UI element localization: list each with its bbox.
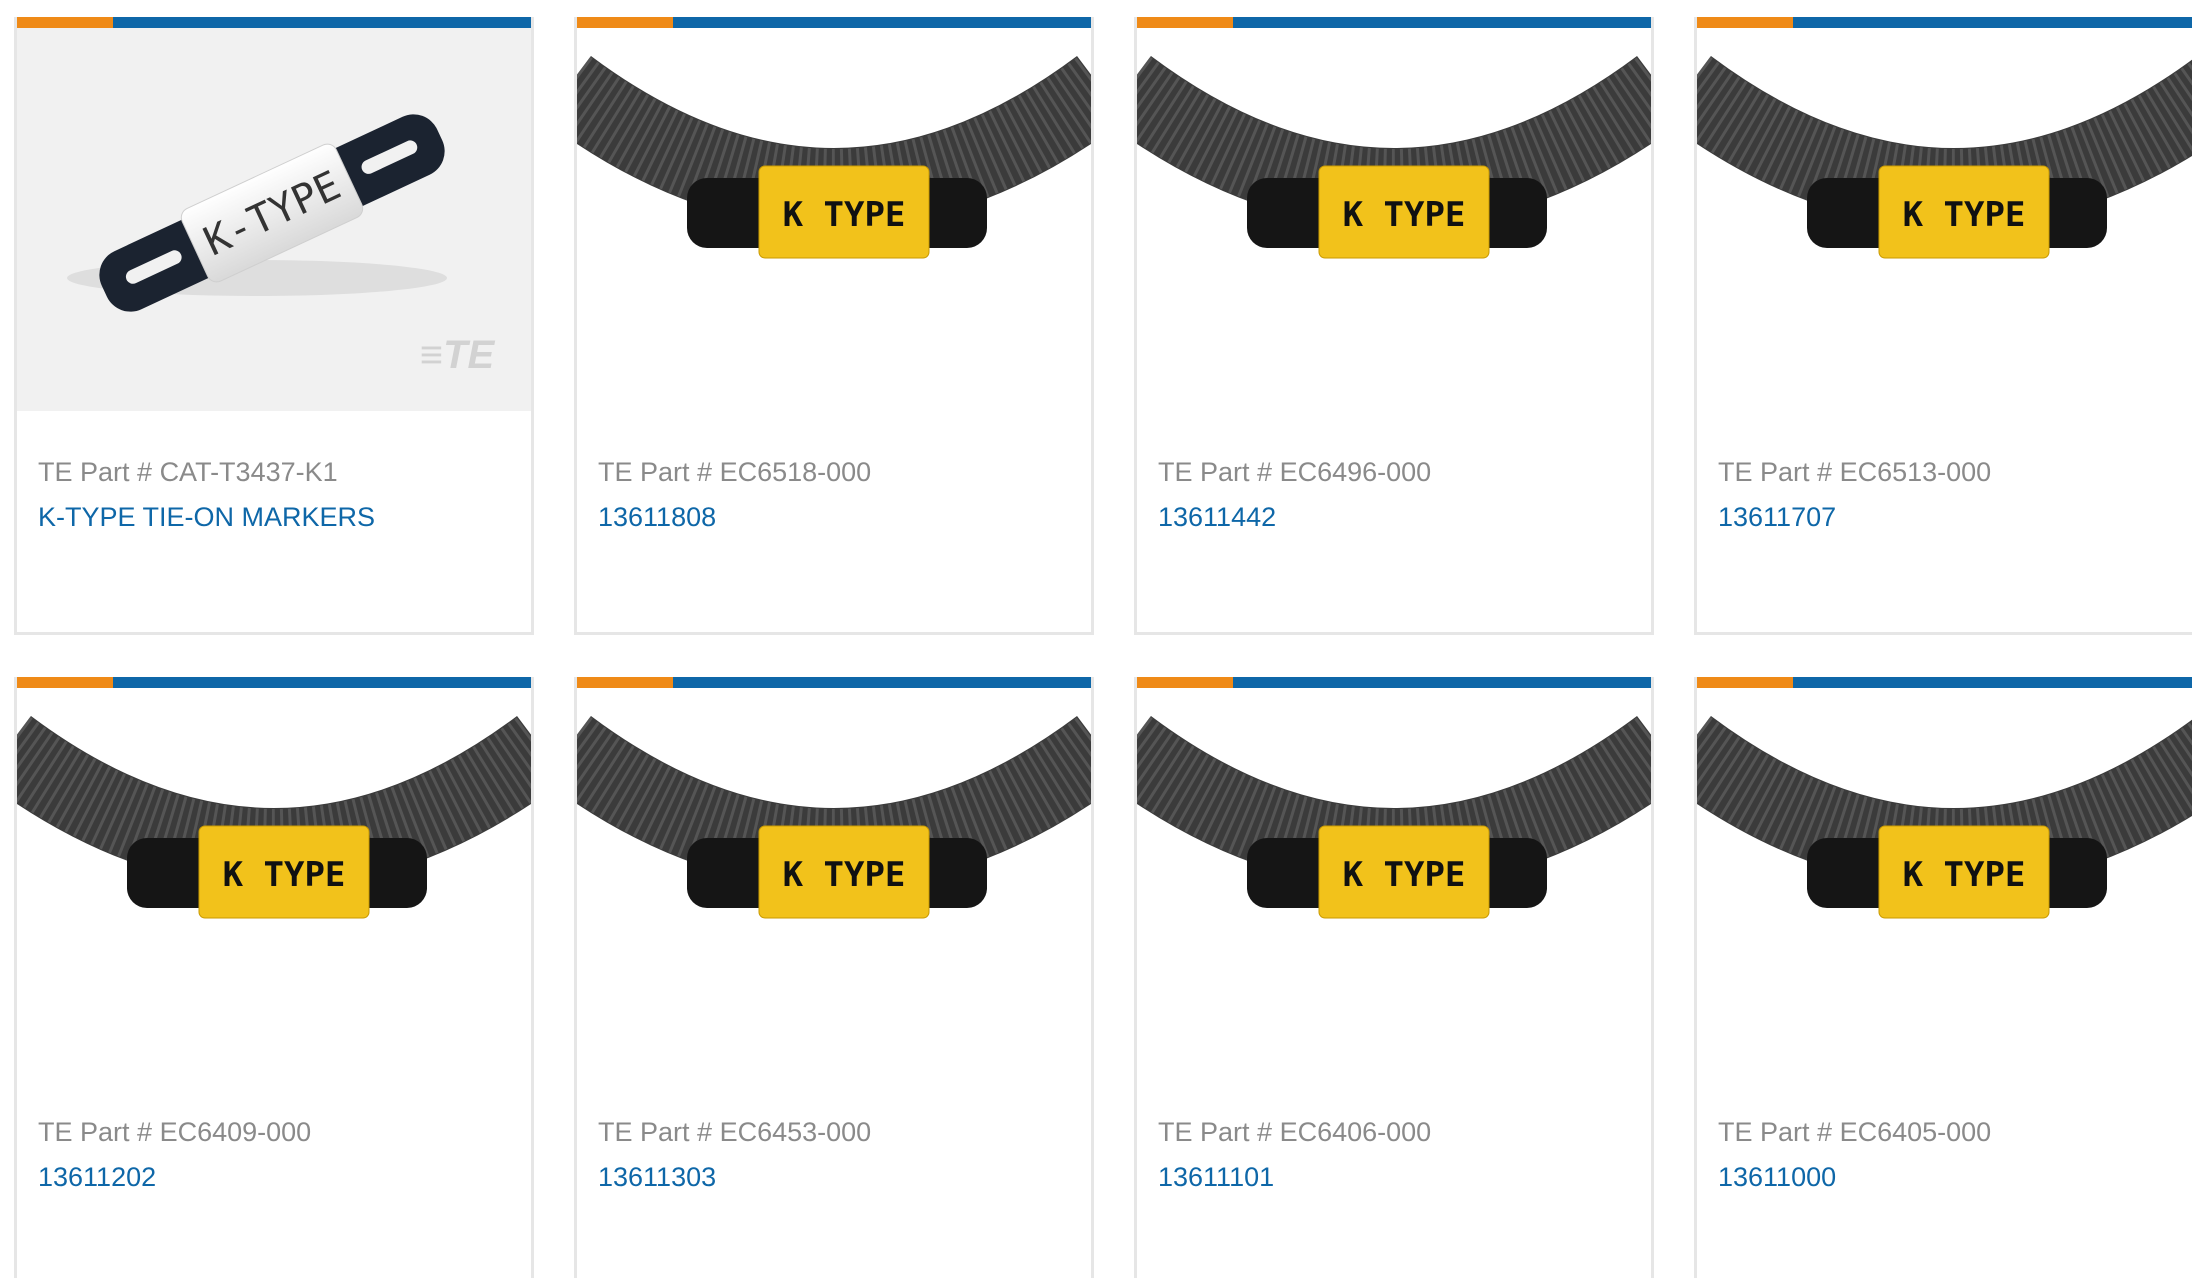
product-card[interactable]: K TYPE TE Part # EC6409-000 13611202 [14,677,534,1278]
k-type-marker-on-conduit-icon: K TYPE [17,715,531,919]
card-accent-bar [577,17,1091,28]
k-type-marker-on-conduit-icon: K TYPE [1697,715,2192,919]
svg-text:K TYPE: K TYPE [1903,195,2026,235]
product-image[interactable]: K TYPE [1697,688,2192,1071]
product-name-link[interactable]: 13611000 [1718,1162,1836,1193]
product-card[interactable]: K-TYPE ≡TE TE Part # CAT-T3437-K1 K-TYPE… [14,17,534,635]
product-image[interactable]: K TYPE [1137,688,1651,1071]
card-accent-bar [1137,677,1651,688]
product-name-link[interactable]: 13611442 [1158,502,1276,533]
product-card[interactable]: K TYPE TE Part # EC6453-000 13611303 [574,677,1094,1278]
product-card[interactable]: K TYPE TE Part # EC6405-000 13611000 [1694,677,2192,1278]
product-card[interactable]: K TYPE TE Part # EC6518-000 13611808 [574,17,1094,635]
product-name-link[interactable]: 13611707 [1718,502,1836,533]
svg-text:K TYPE: K TYPE [783,855,906,895]
card-accent-bar [577,677,1091,688]
part-number: TE Part # EC6496-000 [1158,457,1432,487]
k-type-tie-on-marker-icon: K-TYPE ≡TE [67,114,496,377]
card-accent-bar [17,677,531,688]
part-number: TE Part # EC6453-000 [598,1117,872,1147]
svg-text:≡TE: ≡TE [420,333,496,377]
product-image[interactable]: K TYPE [1137,28,1651,411]
k-type-marker-on-conduit-icon: K TYPE [577,55,1091,259]
k-type-marker-on-conduit-icon: K TYPE [1137,55,1651,259]
svg-text:K TYPE: K TYPE [1343,855,1466,895]
part-number: TE Part # EC6406-000 [1158,1117,1432,1147]
part-number: TE Part # EC6409-000 [38,1117,312,1147]
product-card[interactable]: K TYPE TE Part # EC6513-000 13611707 [1694,17,2192,635]
k-type-marker-on-conduit-icon: K TYPE [1137,715,1651,919]
part-number: TE Part # EC6518-000 [598,457,872,487]
product-image[interactable]: K-TYPE ≡TE [17,28,531,411]
product-image[interactable]: K TYPE [577,688,1091,1071]
product-name-link[interactable]: K-TYPE TIE-ON MARKERS [38,502,375,533]
k-type-marker-on-conduit-icon: K TYPE [577,715,1091,919]
product-name-link[interactable]: 13611202 [38,1162,156,1193]
svg-text:K TYPE: K TYPE [783,195,906,235]
card-accent-bar [1697,17,2192,28]
product-card[interactable]: K TYPE TE Part # EC6406-000 13611101 [1134,677,1654,1278]
product-name-link[interactable]: 13611808 [598,502,716,533]
part-number: TE Part # CAT-T3437-K1 [38,457,338,487]
product-image[interactable]: K TYPE [17,688,531,1071]
card-accent-bar [1137,17,1651,28]
svg-text:K TYPE: K TYPE [223,855,346,895]
card-accent-bar [1697,677,2192,688]
part-number: TE Part # EC6513-000 [1718,457,1992,487]
product-name-link[interactable]: 13611303 [598,1162,716,1193]
product-image[interactable]: K TYPE [1697,28,2192,411]
part-number: TE Part # EC6405-000 [1718,1117,1992,1147]
product-name-link[interactable]: 13611101 [1158,1162,1274,1193]
product-grid: K-TYPE ≡TE TE Part # CAT-T3437-K1 K-TYPE… [0,0,2192,1278]
card-accent-bar [17,17,531,28]
svg-text:K TYPE: K TYPE [1903,855,2026,895]
svg-text:K TYPE: K TYPE [1343,195,1466,235]
product-image[interactable]: K TYPE [577,28,1091,411]
k-type-marker-on-conduit-icon: K TYPE [1697,55,2192,259]
product-card[interactable]: K TYPE TE Part # EC6496-000 13611442 [1134,17,1654,635]
